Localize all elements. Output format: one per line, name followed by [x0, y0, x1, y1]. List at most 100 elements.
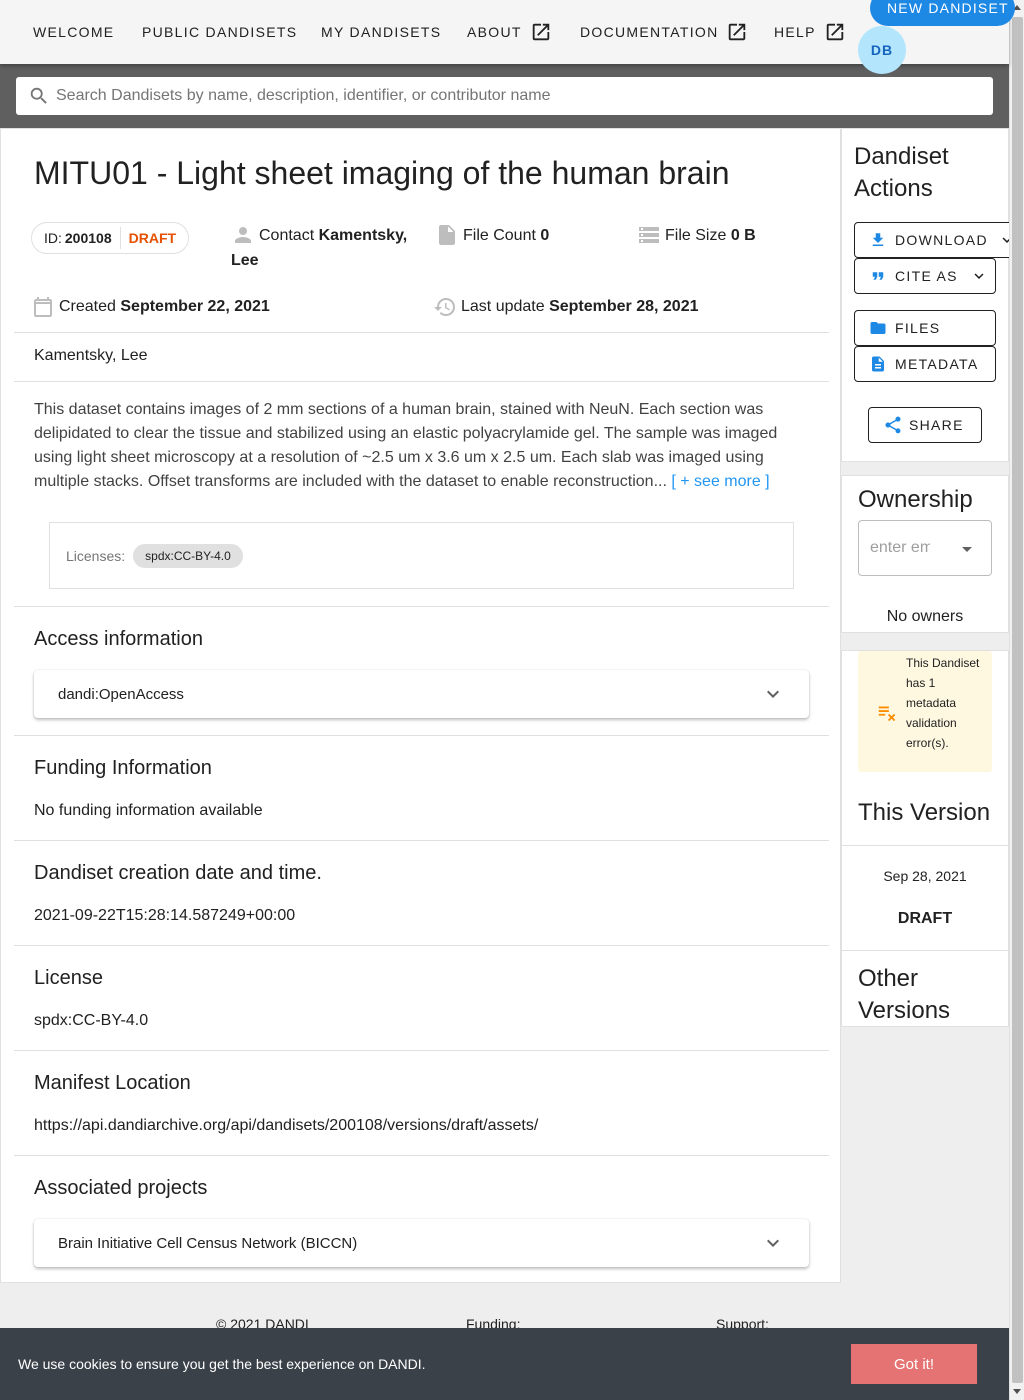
share-label: SHARE [909, 417, 964, 433]
projects-panel-label: Brain Initiative Cell Census Network (BI… [58, 1234, 358, 1252]
download-button[interactable]: DOWNLOAD [854, 222, 1014, 258]
open-in-new-icon [726, 21, 748, 43]
divider [14, 1155, 829, 1156]
dandiset-actions-card: Dandiset Actions DOWNLOAD CITE AS FILES … [841, 128, 1014, 462]
owner-select[interactable] [858, 520, 992, 576]
last-update-info: Last update September 28, 2021 [433, 295, 699, 319]
search-input[interactable] [56, 87, 993, 105]
actions-heading-line2: Actions [854, 175, 933, 202]
download-label: DOWNLOAD [895, 232, 988, 248]
share-icon [883, 415, 909, 435]
divider [14, 332, 829, 333]
contact-label: Contact [259, 227, 315, 244]
nav-documentation-label: DOCUMENTATION [580, 24, 719, 40]
divider [842, 950, 1008, 951]
version-status-badge: DRAFT [128, 230, 177, 246]
nav-welcome-label: WELCOME [33, 24, 115, 40]
top-app-bar: WELCOME PUBLIC DANDISETS MY DANDISETS AB… [0, 0, 1015, 74]
nav-help[interactable]: HELP [774, 0, 846, 64]
files-label: FILES [895, 320, 941, 336]
nav-about-label: ABOUT [467, 24, 522, 40]
file-size-info: File Size 0 B [637, 223, 756, 248]
vertical-scrollbar[interactable] [1009, 0, 1024, 1400]
dandiset-description: This dataset contains images of 2 mm sec… [34, 398, 794, 494]
files-button[interactable]: FILES [854, 310, 996, 346]
storage-icon [637, 223, 665, 247]
access-expansion-panel[interactable]: dandi:OpenAccess [34, 670, 809, 718]
contact-info: Contact Kamentsky, Lee [231, 223, 421, 273]
file-size-label: File Size [665, 227, 727, 244]
nav-my-dandisets[interactable]: MY DANDISETS [321, 0, 441, 64]
chevron-down-icon [970, 267, 988, 285]
ownership-heading: Ownership [858, 486, 973, 513]
accept-cookies-button[interactable]: Got it! [851, 1344, 977, 1384]
share-button[interactable]: SHARE [868, 407, 982, 443]
user-avatar[interactable]: DB [858, 26, 906, 74]
this-version-heading: This Version [858, 799, 991, 826]
search-icon [16, 85, 56, 107]
calendar-icon [31, 295, 59, 319]
creation-date-value: 2021-09-22T15:28:14.587249+00:00 [34, 907, 296, 924]
validation-warning[interactable]: This Dandiset has 1 metadata validation … [858, 651, 992, 772]
history-icon [433, 295, 461, 319]
projects-expansion-panel[interactable]: Brain Initiative Cell Census Network (BI… [34, 1219, 809, 1267]
funding-heading: Funding Information [34, 757, 212, 779]
version-draft-label[interactable]: DRAFT [842, 910, 1008, 928]
divider [14, 1050, 829, 1051]
scroll-down-arrow-icon[interactable] [1013, 1389, 1021, 1394]
divider [14, 606, 829, 607]
license-value: spdx:CC-BY-4.0 [34, 1012, 149, 1029]
scrollbar-thumb[interactable] [1012, 17, 1023, 1383]
identifier-chip: ID: 200108 DRAFT [31, 222, 190, 254]
last-update-label: Last update [461, 298, 545, 315]
folder-icon [869, 319, 895, 337]
quote-icon [869, 267, 895, 285]
other-versions-line2: Versions [858, 997, 951, 1024]
other-versions-line1: Other [858, 965, 919, 992]
file-size-value: 0 B [730, 227, 756, 244]
owner-email-input[interactable] [870, 539, 930, 557]
contributors-list: Kamentsky, Lee [34, 347, 148, 364]
nav-public-dandisets[interactable]: PUBLIC DANDISETS [142, 0, 297, 64]
open-in-new-icon [530, 21, 552, 43]
nav-my-dandisets-label: MY DANDISETS [321, 24, 442, 40]
manifest-heading: Manifest Location [34, 1072, 191, 1094]
created-label: Created [59, 298, 116, 315]
associated-projects-heading: Associated projects [34, 1177, 208, 1199]
nav-help-label: HELP [774, 24, 816, 40]
cookie-message: We use cookies to ensure you get the bes… [18, 1356, 426, 1372]
divider [842, 845, 1008, 846]
divider [14, 381, 829, 382]
download-icon [869, 231, 895, 249]
validation-message: This Dandiset has 1 metadata validation … [906, 656, 980, 750]
access-panel-label: dandi:OpenAccess [58, 685, 184, 703]
document-icon [869, 355, 895, 373]
cookie-banner: We use cookies to ensure you get the bes… [0, 1328, 1009, 1400]
nav-documentation[interactable]: DOCUMENTATION [580, 0, 748, 64]
file-count-label: File Count [463, 227, 536, 244]
dandiset-id: 200108 [64, 230, 112, 246]
license-heading: License [34, 967, 103, 989]
see-more-link[interactable]: [ + see more ] [671, 473, 769, 490]
nav-about[interactable]: ABOUT [467, 0, 552, 64]
search-field[interactable] [16, 77, 993, 115]
file-count-info: File Count 0 [435, 223, 549, 248]
manifest-url[interactable]: https://api.dandiarchive.org/api/dandise… [34, 1117, 538, 1135]
divider [14, 945, 829, 946]
metadata-label: METADATA [895, 356, 979, 372]
file-count-value: 0 [540, 227, 550, 244]
dandiset-title: MITU01 - Light sheet imaging of the huma… [34, 155, 730, 191]
cite-as-button[interactable]: CITE AS [854, 258, 996, 294]
other-versions-heading: Other Versions [858, 963, 950, 1027]
open-in-new-icon [824, 21, 846, 43]
dandiset-main-card: MITU01 - Light sheet imaging of the huma… [0, 128, 841, 1283]
metadata-button[interactable]: METADATA [854, 346, 996, 382]
actions-heading: Dandiset Actions [854, 141, 949, 205]
divider [14, 840, 829, 841]
nav-welcome[interactable]: WELCOME [33, 0, 114, 64]
new-dandiset-button[interactable]: NEW DANDISET [870, 0, 1015, 26]
file-icon [435, 223, 463, 247]
licenses-label: Licenses: [66, 547, 126, 564]
description-text: This dataset contains images of 2 mm sec… [34, 401, 778, 490]
ownership-card: Ownership No owners [841, 475, 1009, 633]
